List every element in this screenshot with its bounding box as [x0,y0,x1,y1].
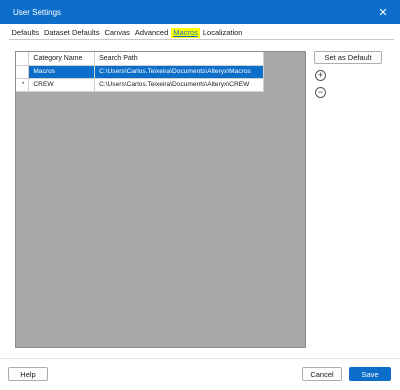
category-cell[interactable]: Macros [28,65,96,79]
category-cell[interactable]: CREW [28,78,96,92]
row-marker[interactable]: * [16,78,30,92]
column-header-category[interactable]: Category Name [28,52,96,66]
macro-paths-table: Category Name Search Path Macros C:\User… [16,52,264,92]
add-icon[interactable]: + [315,70,326,81]
macro-paths-grid: Category Name Search Path Macros C:\User… [15,51,306,348]
set-as-default-button[interactable]: Set as Default [314,51,382,64]
search-path-cell[interactable]: C:\Users\Carlos.Teixeira\Documents\Alter… [94,65,264,79]
close-icon[interactable]: ✕ [376,5,390,19]
tab-canvas[interactable]: Canvas [102,28,132,38]
window-title: User Settings [13,7,62,17]
remove-icon[interactable]: − [315,87,326,98]
cancel-button[interactable]: Cancel [302,367,342,381]
table-header-row: Category Name Search Path [16,52,264,66]
save-button[interactable]: Save [349,367,391,381]
table-row[interactable]: Macros C:\Users\Carlos.Teixeira\Document… [16,65,264,79]
search-path-cell[interactable]: C:\Users\Carlos.Teixeira\Documents\Alter… [94,78,264,92]
title-bar: User Settings ✕ [0,0,400,24]
help-button[interactable]: Help [8,367,48,381]
row-header-corner [16,52,30,66]
settings-tabs: Defaults Dataset Defaults Canvas Advance… [9,27,245,38]
tab-macros[interactable]: Macros [170,27,201,38]
tab-advanced[interactable]: Advanced [132,28,170,38]
column-header-search-path[interactable]: Search Path [94,52,264,66]
table-row[interactable]: * CREW C:\Users\Carlos.Teixeira\Document… [16,78,264,92]
row-marker[interactable] [16,65,30,79]
tab-divider [9,39,394,40]
footer-divider [0,358,400,359]
tab-defaults[interactable]: Defaults [9,28,42,38]
tab-dataset-defaults[interactable]: Dataset Defaults [42,28,102,38]
tab-localization[interactable]: Localization [200,28,245,38]
